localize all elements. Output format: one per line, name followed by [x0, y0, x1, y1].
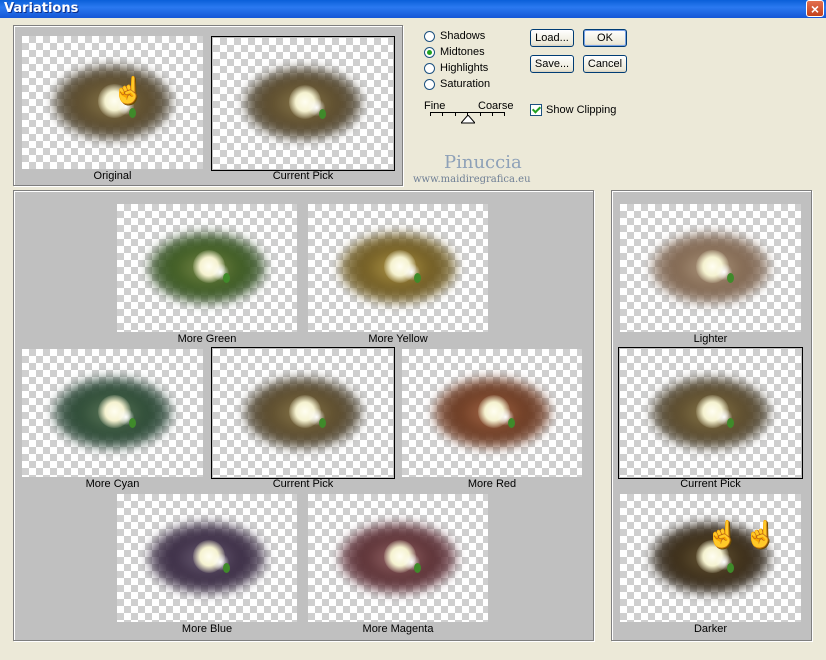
pointing-hand-icon: ☝ [706, 519, 739, 549]
more-green-variant[interactable]: More Green [117, 204, 297, 346]
radio-label-saturation: Saturation [440, 78, 491, 90]
slider-thumb-icon[interactable] [461, 115, 475, 124]
more-blue-variant[interactable]: More Blue [117, 494, 297, 636]
more-blue-image [117, 494, 297, 622]
radio-button[interactable] [424, 62, 435, 74]
more-green-image [117, 204, 297, 332]
darker-variant[interactable]: ☝ ☝ Darker [620, 494, 801, 636]
radio-button[interactable] [424, 46, 435, 58]
original-thumbnail: ☝ Original [22, 36, 203, 183]
pointing-hand-icon: ☝ [744, 519, 777, 549]
lighter-image [620, 204, 801, 332]
close-button[interactable]: × [806, 0, 824, 17]
slider-tick [442, 112, 443, 116]
darker-image: ☝ ☝ [620, 494, 801, 622]
fine-coarse-slider[interactable] [430, 112, 505, 126]
radio-button[interactable] [424, 30, 435, 42]
more-magenta-image [308, 494, 488, 622]
save-button[interactable]: Save... [530, 55, 574, 73]
slider-tick [430, 112, 431, 116]
hue-current-pick-image [211, 347, 395, 479]
slider-tick [504, 112, 505, 116]
radio-label-highlights: Highlights [440, 62, 489, 74]
slider-tick [455, 112, 456, 116]
radio-button[interactable] [424, 78, 435, 90]
more-yellow-image [308, 204, 488, 332]
current-pick-image [211, 36, 395, 171]
more-yellow-variant[interactable]: More Yellow [308, 204, 488, 346]
ok-button[interactable]: OK [583, 29, 627, 47]
more-cyan-image [22, 349, 203, 477]
hue-current-pick-label: Current Pick [272, 478, 334, 490]
lighter-variant[interactable]: Lighter [620, 204, 801, 346]
slider-tick [492, 112, 493, 116]
radio-shadows[interactable]: Shadows [424, 28, 485, 44]
radio-midtones[interactable]: Midtones [424, 44, 485, 60]
radio-label-midtones: Midtones [440, 46, 485, 58]
more-red-label: More Red [467, 478, 517, 490]
watermark-name: Pinuccia [444, 152, 522, 173]
window-title: Variations [4, 1, 79, 16]
radio-label-shadows: Shadows [440, 30, 486, 42]
cancel-button[interactable]: Cancel [583, 55, 627, 73]
more-cyan-variant[interactable]: More Cyan [22, 349, 203, 491]
current-pick-preview: Current Pick [211, 36, 395, 183]
more-magenta-variant[interactable]: More Magenta [308, 494, 488, 636]
more-cyan-label: More Cyan [85, 478, 140, 490]
more-yellow-label: More Yellow [368, 333, 428, 345]
brightness-current-pick-image [618, 347, 803, 479]
more-red-variant[interactable]: More Red [402, 349, 582, 491]
more-green-label: More Green [177, 333, 237, 345]
show-clipping-label: Show Clipping [546, 104, 617, 116]
current-pick-label: Current Pick [272, 170, 334, 182]
watermark-url: www.maidiregrafica.eu [413, 174, 531, 185]
brightness-current-pick-label: Current Pick [680, 478, 741, 490]
radio-highlights[interactable]: Highlights [424, 60, 488, 76]
pointing-hand-icon: ☝ [112, 75, 145, 105]
darker-label: Darker [693, 623, 727, 635]
fine-label: Fine [424, 100, 446, 112]
brightness-current-pick[interactable]: Current Pick [618, 347, 803, 491]
more-blue-label: More Blue [181, 623, 233, 635]
radio-saturation[interactable]: Saturation [424, 76, 490, 92]
more-red-image [402, 349, 582, 477]
title-bar: Variations × [0, 0, 826, 18]
hue-current-pick[interactable]: Current Pick [211, 347, 395, 491]
more-magenta-label: More Magenta [362, 623, 434, 635]
coarse-label: Coarse [478, 100, 514, 112]
original-image: ☝ [22, 36, 203, 169]
original-label: Original [93, 170, 132, 182]
slider-tick [480, 112, 481, 116]
load-button[interactable]: Load... [530, 29, 574, 47]
lighter-label: Lighter [693, 333, 728, 345]
show-clipping-checkbox[interactable] [530, 104, 542, 116]
